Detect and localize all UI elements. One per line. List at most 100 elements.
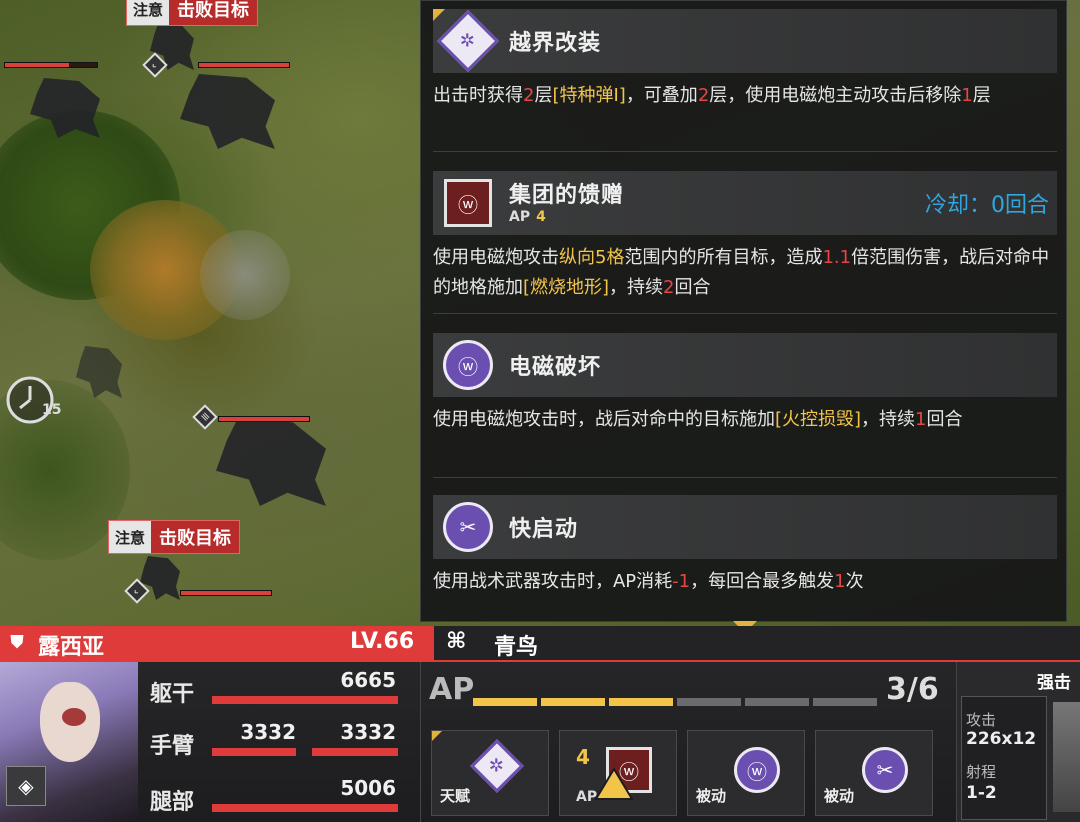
arm-left-value: 3332 <box>240 720 296 744</box>
skill-name: 电磁破坏 <box>509 355 602 380</box>
attack-value: 226x12 <box>966 729 1037 749</box>
divider <box>433 313 1057 314</box>
desc-segment: 1.1 <box>822 247 852 268</box>
desc-segment: ，持续 <box>609 277 664 298</box>
skill-card-passive-emp[interactable]: ⓦ 被动 <box>687 730 805 816</box>
ap-block: AP 3/6 ✲ 天赋 4 AP ⓦ ⓦ 被动 ✂ 被动 <box>420 662 950 822</box>
skill-name: 越界改装 <box>509 31 602 56</box>
pilot-name: 露西亚 <box>38 635 105 660</box>
arm-left-hp-bar <box>212 748 296 756</box>
ap-segment <box>541 698 605 706</box>
torso-value: 6665 <box>340 668 396 692</box>
clock-icon <box>6 376 54 424</box>
desc-segment: 范围内的所有目标，造成 <box>624 247 823 268</box>
arm-label: 手臂 <box>150 734 195 759</box>
desc-segment: 层，使用电磁炮主动攻击后移除 <box>709 85 962 106</box>
desc-segment: [火控损毁] <box>775 409 862 430</box>
passive-emp-icon: ⓦ <box>734 747 780 793</box>
skill-header: ✂ 快启动 <box>433 495 1057 559</box>
skill-description: 出击时获得2层[特种弹Ⅰ]，可叠加2层，使用电磁炮主动攻击后移除1层 <box>433 73 1057 111</box>
card-caption: 被动 <box>824 787 855 805</box>
turn-count: 15 <box>42 402 62 418</box>
skill-header: ⓦ 电磁破坏 <box>433 333 1057 397</box>
enemy-hp-bar <box>218 416 310 422</box>
mech-brand-icon: ⌘ <box>446 629 467 654</box>
turn-clock[interactable]: 15 <box>2 372 62 428</box>
desc-segment: 1 <box>961 85 973 106</box>
card-caption: 被动 <box>696 787 727 805</box>
leg-label: 腿部 <box>150 790 195 815</box>
ap-segment <box>609 698 673 706</box>
skill-talent[interactable]: ✲ 越界改装 出击时获得2层[特种弹Ⅰ]，可叠加2层，使用电磁炮主动攻击后移除1… <box>433 9 1057 111</box>
mech-name: 青鸟 <box>494 635 539 660</box>
torso-label: 躯干 <box>150 682 195 707</box>
torso-hp-bar <box>212 696 398 704</box>
cooldown-label: 冷却：0回合 <box>925 193 1049 218</box>
desc-segment: 2 <box>663 277 675 298</box>
hud-header: ⛊ 露西亚 LV.66 ⌘ 青鸟 <box>0 626 1080 660</box>
pilot-portrait[interactable]: ◈ <box>0 662 138 822</box>
desc-segment: 2 <box>697 85 710 106</box>
skill-card-passive-quickstart[interactable]: ✂ 被动 <box>815 730 933 816</box>
divider <box>433 151 1057 152</box>
divider <box>433 477 1057 478</box>
range-label: 射程 <box>966 763 997 781</box>
leg-hp-bar <box>212 804 398 812</box>
pilot-level: LV.66 <box>350 629 415 654</box>
unit-hud: ⛊ 露西亚 LV.66 ⌘ 青鸟 ◈ 躯干 6665 手臂 3332 3332 <box>0 626 1080 822</box>
layers-button[interactable]: ◈ <box>6 766 46 806</box>
skill-card-talent[interactable]: ✲ 天赋 <box>431 730 549 816</box>
enemy-rank-icon: ≡ <box>192 404 218 430</box>
ap-segment <box>677 698 741 706</box>
desc-segment: 层 <box>534 85 553 106</box>
ap-count: 3/6 <box>886 672 939 707</box>
notice-label: 注意 <box>127 0 170 25</box>
enemy-mech[interactable] <box>180 74 275 149</box>
ap-segment <box>745 698 809 706</box>
passive-emp-icon: ⓦ <box>443 340 493 390</box>
skill-passive-emp[interactable]: ⓦ 电磁破坏 使用电磁炮攻击时，战后对命中的目标施加[火控损毁]，持续1回合 <box>433 333 1057 435</box>
enemy-hp-bar <box>180 590 272 596</box>
desc-segment: [燃烧地形] <box>523 277 610 298</box>
torso-row: 躯干 6665 <box>150 668 400 712</box>
defeat-target-tag: 注意 击败目标 <box>108 520 241 554</box>
desc-segment: 使用电磁炮攻击时，战后对命中的目标施加 <box>433 409 775 430</box>
weapon-title: 强击 <box>1037 673 1071 693</box>
skill-passive-quickstart[interactable]: ✂ 快启动 使用战术武器攻击时，AP消耗-1，每回合最多触发1次 <box>433 495 1057 597</box>
leg-row: 腿部 5006 <box>150 776 400 820</box>
skill-active[interactable]: ⓦ 集团的馈赠 AP 4 冷却：0回合 使用电磁炮攻击纵向5格范围内的所有目标，造… <box>433 171 1057 303</box>
enemy-mech[interactable] <box>216 418 326 506</box>
desc-segment: 回合 <box>926 409 963 430</box>
desc-segment: -1 <box>672 571 691 592</box>
weapon-block[interactable]: 强击 攻击 226x12 射程 1-2 <box>956 662 1080 822</box>
enemy-hp-bar <box>4 62 98 68</box>
card-ap-cost: 4 <box>576 745 590 769</box>
arm-right-hp-bar <box>312 748 398 756</box>
desc-segment: 纵向5格 <box>559 247 625 268</box>
defeat-label: 击败目标 <box>159 528 232 549</box>
hud-body: ◈ 躯干 6665 手臂 3332 3332 腿部 5006 AP 3/6 ✲ … <box>0 660 1080 822</box>
skill-card-active[interactable]: 4 AP ⓦ <box>559 730 677 816</box>
layers-icon: ◈ <box>18 774 34 798</box>
skill-tooltip-panel: ✲ 越界改装 出击时获得2层[特种弹Ⅰ]，可叠加2层，使用电磁炮主动攻击后移除1… <box>420 0 1067 633</box>
skill-name: 集团的馈赠 <box>509 183 625 208</box>
skill-description: 使用电磁炮攻击时，战后对命中的目标施加[火控损毁]，持续1回合 <box>433 397 1057 435</box>
weapon-stats: 攻击 226x12 射程 1-2 <box>961 696 1047 820</box>
desc-segment: 1 <box>834 571 846 592</box>
talent-diamond-icon: ✲ <box>470 739 524 793</box>
desc-segment: [特种弹Ⅰ] <box>552 85 626 106</box>
skill-name: 快启动 <box>509 517 579 542</box>
desc-segment: 出击时获得 <box>433 85 523 106</box>
skill-header: ✲ 越界改装 <box>433 9 1057 73</box>
enemy-hp-bar <box>198 62 290 68</box>
weapon-image <box>1053 702 1080 812</box>
ap-label: AP <box>429 672 475 707</box>
pilot-strip: ⛊ 露西亚 LV.66 <box>0 626 434 660</box>
passive-quickstart-icon: ✂ <box>443 502 493 552</box>
desc-segment: 次 <box>845 571 864 592</box>
eye-patch <box>62 708 86 726</box>
ap-segment <box>813 698 877 706</box>
arm-row: 手臂 3332 3332 <box>150 720 400 764</box>
desc-segment: ，每回合最多触发 <box>690 571 835 592</box>
skill-header: ⓦ 集团的馈赠 AP 4 冷却：0回合 <box>433 171 1057 235</box>
